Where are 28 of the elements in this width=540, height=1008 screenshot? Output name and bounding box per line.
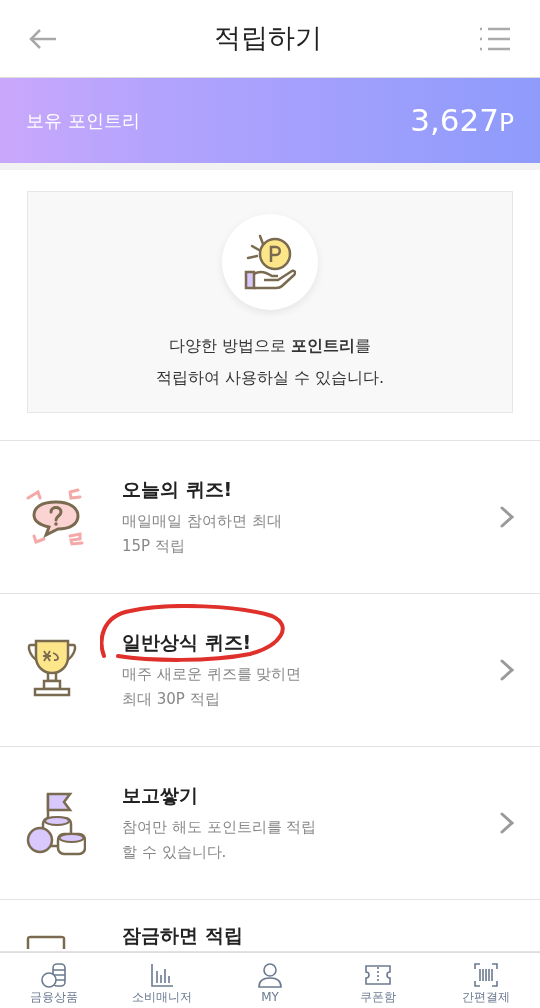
nav-tab[interactable]: MY xyxy=(216,953,324,1008)
chevron-right-icon xyxy=(500,659,514,681)
card-icon xyxy=(26,935,66,949)
earn-menu-item[interactable]: 일반상식 퀴즈! 매주 새로운 퀴즈를 맞히면 최대 30P 적립 xyxy=(0,594,540,747)
item-title: 일반상식 퀴즈! xyxy=(122,630,253,655)
item-description: 참여만 해도 포인트리를 적립 할 수 있습니다. xyxy=(122,817,318,863)
earn-menu-item[interactable]: 오늘의 퀴즈! 매일매일 참여하면 최대 15P 적립 xyxy=(0,441,540,594)
chevron-right-icon xyxy=(500,812,514,834)
question-bubble-icon xyxy=(26,486,86,548)
nav-tab[interactable]: 간편결제 xyxy=(432,953,540,1008)
barcode-icon xyxy=(472,960,500,989)
coins-icon xyxy=(40,960,68,989)
item-description: 매주 새로운 퀴즈를 맞히면 최대 30P 적립 xyxy=(122,664,303,710)
balance-label: 보유 포인트리 xyxy=(26,109,140,133)
coins-flag-icon xyxy=(26,790,86,856)
nav-tab[interactable]: 소비매니저 xyxy=(108,953,216,1008)
item-title: 보고쌓기 xyxy=(122,783,199,808)
item-title: 오늘의 퀴즈! xyxy=(122,477,234,502)
earn-menu-item[interactable]: 보고쌓기 참여만 해도 포인트리를 적립 할 수 있습니다. xyxy=(0,747,540,900)
nav-tab[interactable]: 쿠폰함 xyxy=(324,953,432,1008)
person-icon xyxy=(256,960,284,989)
balance-amount: 3,627P xyxy=(410,101,514,141)
intro-text: 다양한 방법으로 포인트리를 적립하여 사용하실 수 있습니다. xyxy=(155,335,385,389)
chevron-right-icon xyxy=(500,506,514,528)
nav-tab[interactable]: 금융상품 xyxy=(0,953,108,1008)
page-title: 적립하기 xyxy=(214,21,322,56)
item-description: 매일매일 참여하면 최대 15P 적립 xyxy=(122,511,283,557)
item-title: 잠금하면 적립 xyxy=(122,923,244,948)
